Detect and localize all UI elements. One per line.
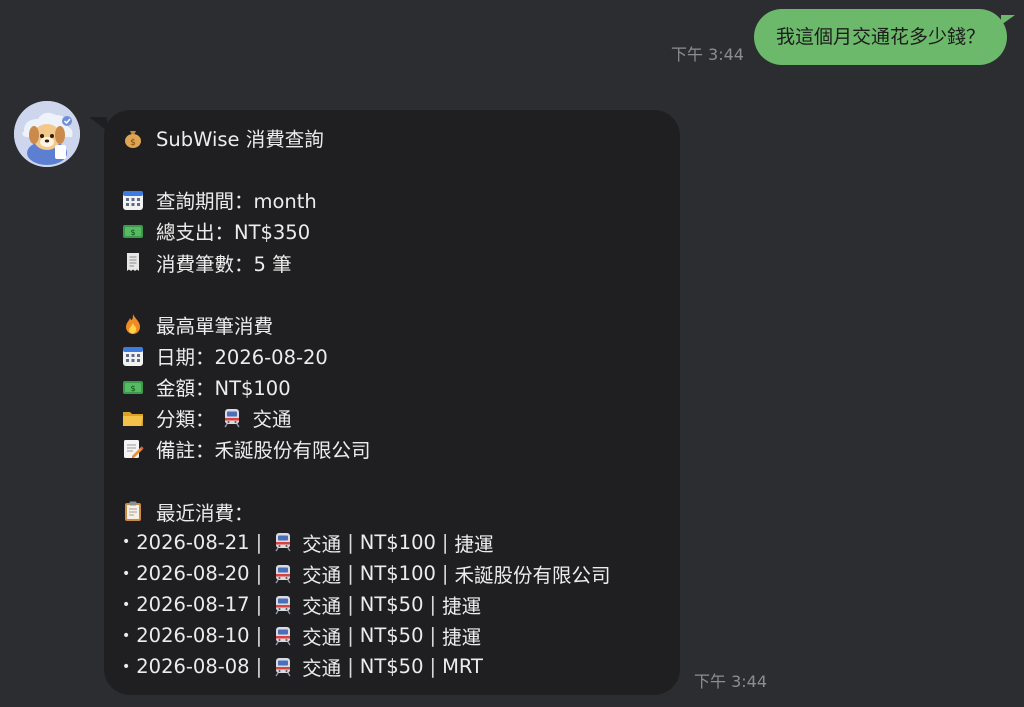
count-text: 消費筆數：5 筆 [156,252,292,276]
recent-category: 交通 [302,626,342,650]
list-bullet: • [122,596,131,613]
list-item: • 2026-08-17 | 交通 | NT$50 | 捷運 [122,589,664,620]
highest-note-line: 備註：禾誕股份有限公司 [122,433,664,464]
incoming-message-bubble[interactable]: $ SubWise 消費查詢 查詢期間：month $ 總支出：NT$350 消… [104,110,680,695]
fire-icon [122,313,144,335]
recent-heading-line: 最近消費： [122,496,664,527]
receipt-icon [122,251,144,273]
separator: | [255,562,263,586]
list-item: • 2026-08-21 | 交通 | NT$100 | 捷運 [122,527,664,558]
recent-category: 交通 [302,595,342,619]
recent-note: 捷運 [454,532,494,556]
outgoing-message-text: 我這個月交通花多少錢？ [775,26,985,48]
recent-expense-list: • 2026-08-21 | 交通 | NT$100 | 捷運 • 2026-0… [122,527,664,683]
banknote-icon: $ [122,376,144,398]
separator: | [255,593,263,617]
recent-note: 禾誕股份有限公司 [454,564,611,588]
outgoing-timestamp: 下午 3:44 [670,45,744,64]
separator: | [441,562,449,586]
list-item: • 2026-08-10 | 交通 | NT$50 | 捷運 [122,620,664,651]
outgoing-message-bubble[interactable]: 我這個月交通花多少錢？ [753,9,1016,65]
separator: | [347,562,354,586]
list-item: • 2026-08-20 | 交通 | NT$100 | 禾誕股份有限公司 [122,558,664,589]
list-bullet: • [122,534,131,551]
recent-note: 捷運 [442,595,482,619]
highest-category-label: 分類： [156,408,215,432]
memo-icon [122,438,144,460]
query-title: SubWise 消費查詢 [156,128,324,152]
highest-category: 交通 [252,408,292,432]
separator: | [429,624,437,648]
svg-text:$: $ [130,228,135,237]
train-icon [274,532,292,552]
money-bag-icon: $ [122,127,144,149]
highest-heading-line: 最高單筆消費 [122,309,664,340]
query-title-line: $ SubWise 消費查詢 [122,122,664,153]
dog-mascot-icon [14,101,80,167]
svg-text:$: $ [130,138,136,148]
train-icon [274,595,292,615]
calendar-icon [122,189,144,211]
recent-category: 交通 [302,532,342,556]
highest-note: 備註：禾誕股份有限公司 [156,439,371,463]
separator: | [441,530,449,554]
recent-amount: NT$100 [359,562,436,586]
train-icon [274,564,292,584]
recent-category: 交通 [302,657,342,681]
total-line: $ 總支出：NT$350 [122,215,664,246]
separator: | [429,655,437,679]
recent-date: 2026-08-10 [136,624,250,648]
highest-category-line: 分類： 交通 [122,402,664,433]
separator: | [429,593,437,617]
recent-date: 2026-08-21 [136,530,250,554]
recent-heading: 最近消費： [156,501,254,525]
count-line: 消費筆數：5 筆 [122,247,664,278]
incoming-timestamp: 下午 3:44 [694,672,768,691]
recent-amount: NT$50 [359,593,424,617]
highest-amount: 金額：NT$100 [156,377,291,401]
recent-date: 2026-08-17 [136,593,250,617]
recent-amount: NT$50 [359,624,424,648]
highest-date: 日期：2026-08-20 [156,346,328,370]
period-text: 查詢期間：month [156,190,317,214]
total-text: 總支出：NT$350 [156,221,311,245]
list-bullet: • [122,658,131,675]
recent-note: 捷運 [442,626,482,650]
banknote-icon: $ [122,220,144,242]
recent-note: MRT [442,655,483,679]
list-bullet: • [122,565,131,582]
highest-heading: 最高單筆消費 [156,314,274,338]
folder-icon [122,407,144,429]
highest-date-line: 日期：2026-08-20 [122,340,664,371]
separator: | [255,530,263,554]
outgoing-message-row: 下午 3:44 我這個月交通花多少錢？ [670,9,1016,65]
train-icon [223,408,241,428]
separator: | [347,655,354,679]
train-icon [274,657,292,677]
separator: | [255,655,263,679]
recent-date: 2026-08-20 [136,562,250,586]
separator: | [255,624,263,648]
recent-amount: NT$50 [359,655,424,679]
period-line: 查詢期間：month [122,184,664,215]
list-bullet: • [122,627,131,644]
bot-avatar[interactable] [14,101,80,167]
clipboard-icon [122,500,144,522]
svg-text:$: $ [130,384,135,393]
separator: | [347,624,354,648]
separator: | [347,593,354,617]
recent-amount: NT$100 [359,530,436,554]
calendar-icon [122,345,144,367]
list-item: • 2026-08-08 | 交通 | NT$50 | MRT [122,651,664,682]
chat-window: 下午 3:44 我這個月交通花多少錢？ $ SubWise 消費查詢 查詢期間：… [0,0,1024,707]
train-icon [274,626,292,646]
recent-category: 交通 [302,564,342,588]
separator: | [347,530,354,554]
recent-date: 2026-08-08 [136,655,250,679]
highest-amount-line: $ 金額：NT$100 [122,371,664,402]
